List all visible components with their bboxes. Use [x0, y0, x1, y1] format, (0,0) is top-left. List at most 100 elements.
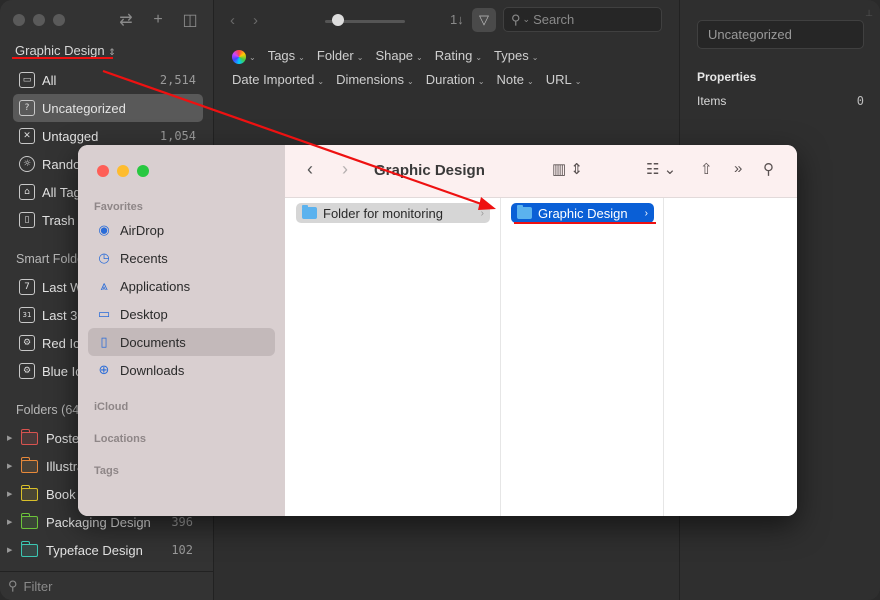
folder-icon [20, 484, 38, 501]
question-icon: ? [19, 100, 35, 116]
folder-icon [20, 512, 38, 529]
disclosure-triangle-icon[interactable]: ▶ [7, 518, 15, 526]
icloud-heading[interactable]: iCloud [94, 401, 128, 413]
search-icon[interactable]: ⚲ [763, 160, 774, 178]
library-switcher[interactable]: Graphic Design ⇕ [15, 43, 116, 58]
folder-name-field[interactable]: Uncategorized [697, 20, 864, 49]
filter-folder[interactable]: Folder ⌄ [317, 48, 364, 64]
back-button[interactable]: ‹ [230, 12, 235, 29]
finder-sidebar-applications[interactable]: ⩓ Applications [88, 272, 275, 300]
finder-sidebar-airdrop[interactable]: ◉ AirDrop [88, 216, 275, 244]
filter-url[interactable]: URL ⌄ [546, 72, 582, 87]
count: 2,514 [159, 73, 196, 87]
search-input[interactable]: ⚲ ⌄ Search [503, 7, 662, 32]
graphic-design-row[interactable]: Graphic Design › [511, 203, 654, 223]
finder-sidebar-recents[interactable]: ◷ Recents [88, 244, 275, 272]
pin-icon[interactable]: ⊥ [865, 8, 873, 19]
filter-date-imported[interactable]: Date Imported ⌄ [232, 72, 324, 87]
annotation-underline [12, 57, 113, 59]
search-icon: ⚲ [511, 11, 521, 27]
sidebar-item-all[interactable]: ▭ All 2,514 [13, 66, 203, 94]
finder-sidebar: Favorites ◉ AirDrop ◷ Recents ⩓ Application… [78, 145, 285, 516]
sidebar-item-uncategorized[interactable]: ? Uncategorized [13, 94, 203, 122]
color-wheel-icon [232, 49, 246, 64]
sidebar-item-label: All [42, 72, 57, 88]
finder-close-button[interactable] [97, 165, 109, 177]
locations-heading[interactable]: Locations [94, 433, 146, 445]
calendar-icon: 31 [19, 307, 35, 323]
add-icon[interactable]: + [150, 11, 166, 29]
filter-tags[interactable]: Tags ⌄ [268, 48, 305, 64]
archive-icon: ▭ [19, 72, 35, 88]
clock-icon: ◷ [98, 250, 110, 266]
column-divider[interactable] [500, 198, 501, 516]
chevron-updown-icon: ⇕ [108, 47, 116, 57]
finder-back-button[interactable]: ‹ [307, 159, 313, 180]
chevron-right-icon: › [644, 207, 648, 219]
filter-input[interactable]: ⚲ Filter [0, 571, 213, 600]
disclosure-triangle-icon[interactable]: ▶ [7, 546, 15, 554]
finder-toolbar: ‹ › Graphic Design ▥ ⇕ ☷ ⌄ ⇧ » ⚲ [285, 145, 797, 198]
finder-zoom-button[interactable] [137, 165, 149, 177]
filter-button[interactable]: ▽ [472, 8, 496, 32]
finder-forward-button[interactable]: › [342, 159, 348, 180]
folder-icon [302, 205, 317, 219]
more-icon[interactable]: » [734, 160, 742, 177]
filter-row-2: Date Imported ⌄ Dimensions ⌄ Duration ⌄ Not… [232, 72, 581, 87]
minimize-button[interactable] [33, 14, 45, 26]
chevron-down-icon: ⌄ [522, 14, 531, 24]
sync-icon[interactable]: ⇄ [118, 11, 134, 29]
forward-button[interactable]: › [253, 12, 258, 29]
desktop-icon: ▭ [97, 306, 111, 322]
filter-duration[interactable]: Duration ⌄ [426, 72, 485, 87]
color-filter[interactable]: ⌄ [232, 48, 256, 64]
tag-icon: ⌂ [19, 184, 35, 200]
library-title: Graphic Design [15, 43, 105, 58]
favorites-heading: Favorites [94, 201, 143, 213]
annotation-underline [514, 222, 656, 224]
toggle-sidebar-icon[interactable]: ◫ [182, 11, 198, 29]
search-placeholder: Search [533, 12, 575, 27]
folder-icon [20, 428, 38, 445]
finder-minimize-button[interactable] [117, 165, 129, 177]
folder-icon [517, 205, 532, 219]
finder-sidebar-downloads[interactable]: ⊕ Downloads [88, 356, 275, 384]
count: 102 [171, 543, 193, 557]
funnel-icon: ▽ [479, 12, 489, 27]
sidebar-item-label: Trash [42, 212, 75, 228]
folder-icon [20, 540, 38, 557]
smart-folder-gear-icon: ⚙ [19, 335, 35, 351]
properties-heading: Properties [697, 70, 757, 84]
disclosure-triangle-icon[interactable]: ▶ [7, 490, 15, 498]
finder-sidebar-desktop[interactable]: ▭ Desktop [88, 300, 275, 328]
items-property: Items 0 [697, 94, 864, 108]
column-view-icon[interactable]: ▥ ⇕ [552, 160, 583, 178]
filter-rating[interactable]: Rating ⌄ [435, 48, 482, 64]
filter-row-1: ⌄ Tags ⌄ Folder ⌄ Shape ⌄ Rating ⌄ Types ⌄ [232, 48, 538, 64]
folder-item[interactable]: ▶ Typeface Design 102 [0, 536, 210, 564]
disclosure-triangle-icon[interactable]: ▶ [7, 434, 15, 442]
filter-note[interactable]: Note ⌄ [497, 72, 534, 87]
tags-heading[interactable]: Tags [94, 465, 119, 477]
sort-icon[interactable]: 1↓ [450, 12, 464, 27]
sidebar-item-label: Untagged [42, 128, 99, 144]
folder-for-monitoring-row[interactable]: Folder for monitoring › [296, 203, 490, 223]
zoom-button[interactable] [53, 14, 65, 26]
finder-sidebar-documents[interactable]: ▯ Documents [88, 328, 275, 356]
lightbulb-icon: ☼ [19, 156, 35, 172]
filter-shape[interactable]: Shape ⌄ [375, 48, 422, 64]
filter-types[interactable]: Types ⌄ [494, 48, 538, 64]
close-button[interactable] [13, 14, 25, 26]
group-icon[interactable]: ☷ ⌄ [646, 160, 676, 178]
folder-label: Packaging Design [46, 514, 151, 530]
finder-window-controls [97, 165, 149, 177]
share-icon[interactable]: ⇧ [700, 160, 713, 178]
filter-dimensions[interactable]: Dimensions ⌄ [336, 72, 414, 87]
slider-knob[interactable] [332, 14, 344, 26]
disclosure-triangle-icon[interactable]: ▶ [7, 462, 15, 470]
finder-window: Favorites ◉ AirDrop ◷ Recents ⩓ Application… [78, 145, 797, 516]
finder-column-view: Folder for monitoring › Graphic Design › [285, 198, 797, 516]
filter-placeholder: Filter [23, 578, 53, 594]
column-divider[interactable] [663, 198, 664, 516]
search-icon: ⚲ [8, 578, 18, 593]
